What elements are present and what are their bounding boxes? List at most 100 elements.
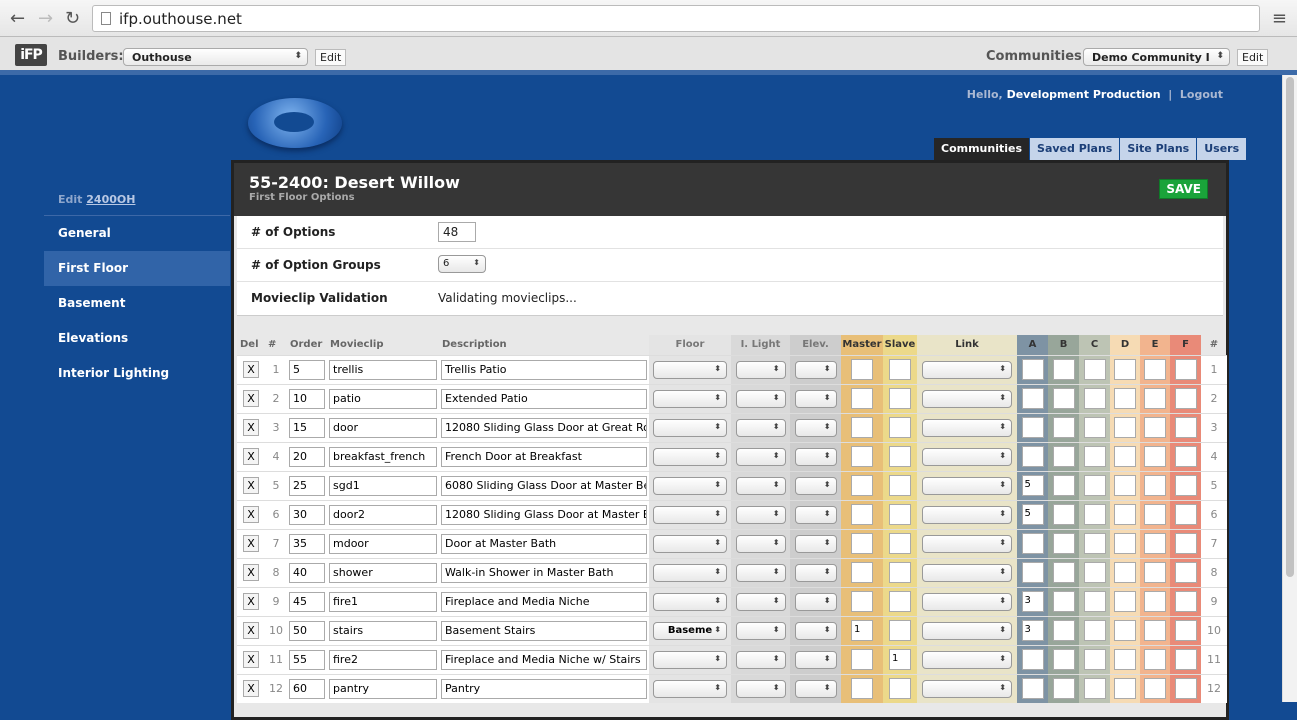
link-select[interactable] xyxy=(922,447,1012,466)
order-input[interactable]: 50 xyxy=(289,620,325,641)
group-f-input[interactable] xyxy=(1174,359,1197,380)
master-input[interactable] xyxy=(851,649,873,670)
group-b-input[interactable] xyxy=(1052,475,1075,496)
sidebar-item-general[interactable]: General xyxy=(44,216,230,251)
link-select[interactable] xyxy=(922,476,1012,495)
group-a-input[interactable] xyxy=(1021,359,1044,380)
floor-select[interactable] xyxy=(653,534,727,553)
master-input[interactable] xyxy=(851,533,873,554)
delete-button[interactable]: X xyxy=(243,535,259,552)
group-e-input[interactable] xyxy=(1144,533,1166,554)
group-a-input[interactable]: 3 xyxy=(1021,620,1044,641)
sidebar-item-basement[interactable]: Basement xyxy=(44,286,230,321)
order-input[interactable]: 5 xyxy=(289,359,325,380)
group-f-input[interactable] xyxy=(1174,620,1197,641)
elevation-select[interactable] xyxy=(794,592,837,611)
tab-site-plans[interactable]: Site Plans xyxy=(1119,138,1197,160)
slave-input[interactable]: 1 xyxy=(889,649,911,670)
link-select[interactable] xyxy=(922,389,1012,408)
group-d-input[interactable] xyxy=(1114,388,1136,409)
slave-input[interactable] xyxy=(889,417,911,438)
group-c-input[interactable] xyxy=(1083,504,1106,525)
group-f-input[interactable] xyxy=(1174,446,1197,467)
slave-input[interactable] xyxy=(889,359,911,380)
delete-button[interactable]: X xyxy=(243,361,259,378)
sidebar-item-interior-lighting[interactable]: Interior Lighting xyxy=(44,356,230,391)
link-select[interactable] xyxy=(922,650,1012,669)
interior-light-select[interactable] xyxy=(735,447,786,466)
group-c-input[interactable] xyxy=(1083,562,1106,583)
interior-light-select[interactable] xyxy=(735,360,786,379)
elevation-select[interactable] xyxy=(794,476,837,495)
edit-builder-button[interactable]: Edit xyxy=(315,49,347,66)
group-d-input[interactable] xyxy=(1114,504,1136,525)
group-a-input[interactable] xyxy=(1021,446,1044,467)
description-input[interactable]: Fireplace and Media Niche xyxy=(441,591,647,612)
group-a-input[interactable] xyxy=(1021,649,1044,670)
delete-button[interactable]: X xyxy=(243,477,259,494)
logout-link[interactable]: Logout xyxy=(1180,88,1223,101)
description-input[interactable]: Fireplace and Media Niche w/ Stairs xyxy=(441,649,647,670)
elevation-select[interactable] xyxy=(794,360,837,379)
tab-communities[interactable]: Communities xyxy=(933,138,1030,160)
group-c-input[interactable] xyxy=(1083,678,1106,700)
group-c-input[interactable] xyxy=(1083,620,1106,641)
description-input[interactable]: 6080 Sliding Glass Door at Master Bed xyxy=(441,475,647,496)
elevation-select[interactable] xyxy=(794,505,837,524)
slave-input[interactable] xyxy=(889,446,911,467)
description-input[interactable]: Pantry xyxy=(441,678,647,699)
group-c-input[interactable] xyxy=(1083,446,1106,467)
floor-select[interactable]: Baseme xyxy=(653,621,727,640)
floor-select[interactable] xyxy=(653,679,727,698)
link-select[interactable] xyxy=(922,679,1012,698)
floor-select[interactable] xyxy=(653,563,727,582)
group-c-input[interactable] xyxy=(1083,591,1106,612)
master-input[interactable] xyxy=(851,388,873,409)
plan-code-link[interactable]: 2400OH xyxy=(86,193,135,206)
master-input[interactable] xyxy=(851,359,873,380)
slave-input[interactable] xyxy=(889,504,911,525)
group-d-input[interactable] xyxy=(1114,649,1136,670)
delete-button[interactable]: X xyxy=(243,622,259,639)
order-input[interactable]: 60 xyxy=(289,678,325,699)
address-bar[interactable]: ifp.outhouse.net xyxy=(92,5,1260,32)
interior-light-select[interactable] xyxy=(735,505,786,524)
delete-button[interactable]: X xyxy=(243,448,259,465)
interior-light-select[interactable] xyxy=(735,418,786,437)
group-d-input[interactable] xyxy=(1114,359,1136,380)
order-input[interactable]: 15 xyxy=(289,417,325,438)
movieclip-input[interactable]: door2 xyxy=(329,504,437,525)
menu-icon[interactable]: ≡ xyxy=(1272,8,1287,29)
group-b-input[interactable] xyxy=(1052,504,1075,525)
group-e-input[interactable] xyxy=(1144,359,1166,380)
community-select[interactable]: Demo Community I xyxy=(1083,48,1230,66)
group-d-input[interactable] xyxy=(1114,562,1136,583)
group-e-input[interactable] xyxy=(1144,562,1166,583)
elevation-select[interactable] xyxy=(794,650,837,669)
group-b-input[interactable] xyxy=(1052,649,1075,670)
group-b-input[interactable] xyxy=(1052,417,1075,438)
group-b-input[interactable] xyxy=(1052,388,1075,409)
interior-light-select[interactable] xyxy=(735,621,786,640)
group-e-input[interactable] xyxy=(1144,446,1166,467)
slave-input[interactable] xyxy=(889,562,911,583)
reload-icon[interactable]: ↻ xyxy=(65,8,80,29)
builder-select[interactable]: Outhouse xyxy=(123,48,308,66)
floor-select[interactable] xyxy=(653,650,727,669)
group-d-input[interactable] xyxy=(1114,533,1136,554)
movieclip-input[interactable]: trellis xyxy=(329,359,437,380)
movieclip-input[interactable]: fire2 xyxy=(329,649,437,670)
group-b-input[interactable] xyxy=(1052,591,1075,612)
delete-button[interactable]: X xyxy=(243,419,259,436)
movieclip-input[interactable]: pantry xyxy=(329,678,437,699)
group-b-input[interactable] xyxy=(1052,446,1075,467)
delete-button[interactable]: X xyxy=(243,390,259,407)
group-e-input[interactable] xyxy=(1144,649,1166,670)
group-b-input[interactable] xyxy=(1052,359,1075,380)
elevation-select[interactable] xyxy=(794,679,837,698)
floor-select[interactable] xyxy=(653,476,727,495)
order-input[interactable]: 45 xyxy=(289,591,325,612)
interior-light-select[interactable] xyxy=(735,592,786,611)
group-e-input[interactable] xyxy=(1144,678,1166,700)
description-input[interactable]: Trellis Patio xyxy=(441,359,647,380)
